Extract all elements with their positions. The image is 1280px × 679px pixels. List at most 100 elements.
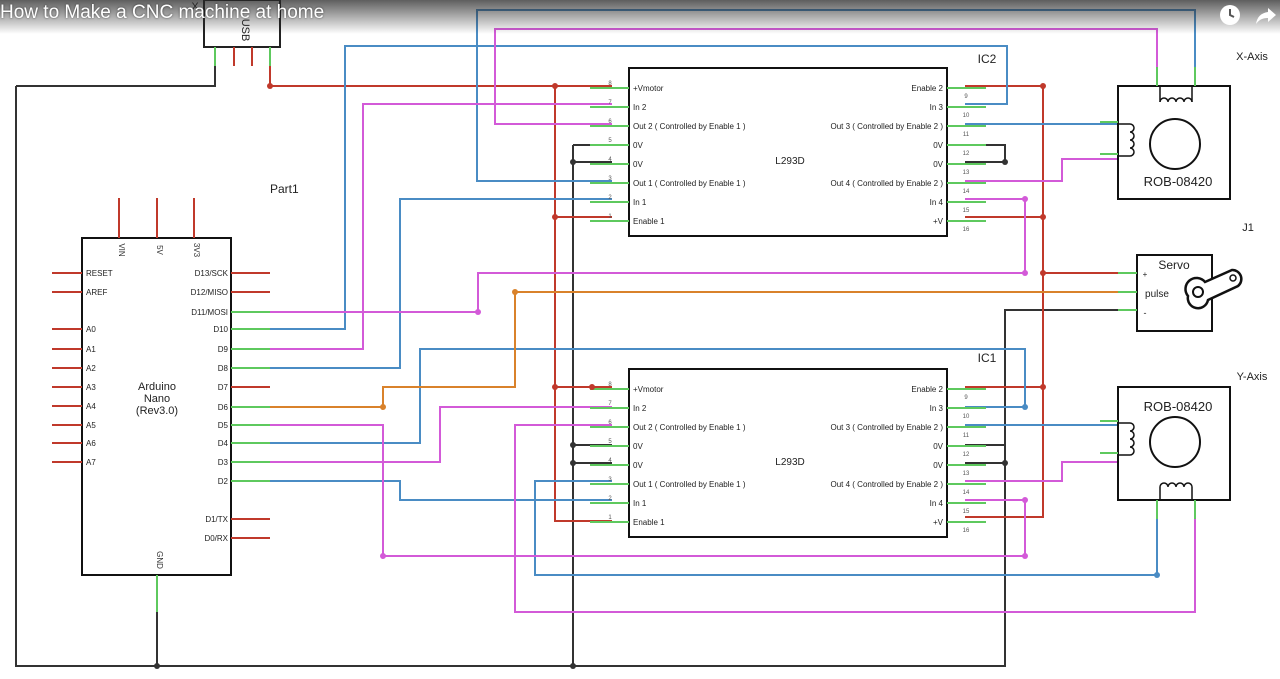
arduino-right-pin-label: D11/MOSI bbox=[191, 308, 228, 317]
servo-horn-hole bbox=[1229, 274, 1237, 282]
x-motor-axis-label: X-Axis bbox=[1236, 51, 1268, 63]
junction-dot bbox=[1022, 404, 1028, 410]
arduino-right-pin-label: D4 bbox=[218, 439, 229, 448]
wire-power-vertical bbox=[554, 86, 612, 522]
ic1-right-pin-number: 9 bbox=[964, 395, 968, 401]
ic2-right-pin-number: 10 bbox=[963, 113, 970, 119]
ic1-right-pin-label: Out 4 ( Controlled by Enable 2 ) bbox=[830, 480, 943, 489]
arduino-left-pin-label: AREF bbox=[86, 288, 107, 297]
arduino-name-1: Nano bbox=[144, 393, 170, 405]
ic1-right-pin-number: 12 bbox=[963, 452, 970, 458]
ic2-left-pin-label: In 1 bbox=[633, 198, 647, 207]
ic2-right-pin-number: 12 bbox=[963, 151, 970, 157]
ic2-left-pin-label: +Vmotor bbox=[633, 84, 664, 93]
ic2-right-pin-number: 14 bbox=[963, 189, 970, 195]
arduino-left-pin-label: A7 bbox=[86, 458, 96, 467]
ic2-left-pin-label: 0V bbox=[633, 141, 643, 150]
ic2-left-pin-number: 5 bbox=[608, 138, 612, 144]
junction-dot bbox=[1040, 384, 1046, 390]
arduino-right-pin-label: D1/TX bbox=[205, 515, 228, 524]
arduino-left-pin-label: A0 bbox=[86, 325, 96, 334]
arduino-top-pin-label: VIN bbox=[117, 243, 126, 257]
ic1-right-pin-label: In 4 bbox=[930, 499, 944, 508]
arduino-right-pin-label: D6 bbox=[218, 403, 229, 412]
arduino-left-pin-label: A4 bbox=[86, 402, 96, 411]
arduino-gnd-label: GND bbox=[155, 551, 164, 569]
ic2-left-pin-label: In 2 bbox=[633, 103, 647, 112]
junction-dot bbox=[1022, 497, 1028, 503]
ic2-right-pin-label: 0V bbox=[933, 160, 943, 169]
servo-title: Servo bbox=[1158, 258, 1190, 272]
wire-ic2-0v-right bbox=[965, 144, 1006, 163]
x-motor-part-label: ROB-08420 bbox=[1144, 174, 1213, 189]
ic2-left-pin-label: Out 2 ( Controlled by Enable 1 ) bbox=[633, 122, 746, 131]
ic2-body bbox=[628, 67, 948, 237]
servo-ref-label: J1 bbox=[1242, 222, 1254, 234]
ic2-right-pin-label: 0V bbox=[933, 141, 943, 150]
video-title[interactable]: How to Make a CNC machine at home bbox=[0, 2, 324, 24]
ic2-left-pin-label: 0V bbox=[633, 160, 643, 169]
arduino-right-pin-label: D10 bbox=[213, 325, 228, 334]
y-motor-part-label: ROB-08420 bbox=[1144, 399, 1213, 414]
ic1-right-pin-number: 16 bbox=[963, 528, 970, 534]
ic1-left-pin-label: +Vmotor bbox=[633, 385, 664, 394]
arduino-right-pin-label: D12/MISO bbox=[191, 288, 228, 297]
share-icon[interactable] bbox=[1254, 3, 1278, 27]
ic2-right-pin-label: In 4 bbox=[930, 198, 944, 207]
junction-dot bbox=[1002, 159, 1008, 165]
junction-dot bbox=[570, 159, 576, 165]
junction-dot bbox=[154, 663, 160, 669]
arduino-left-pin-label: A2 bbox=[86, 364, 96, 373]
ic1-left-pin-label: Enable 1 bbox=[633, 518, 665, 527]
ic1-right-pin-number: 11 bbox=[963, 433, 970, 439]
clock-icon[interactable] bbox=[1218, 3, 1242, 27]
junction-dot bbox=[1002, 460, 1008, 466]
arduino-top-pin-label: 5V bbox=[155, 245, 164, 255]
servo-pulse-label: pulse bbox=[1145, 289, 1169, 300]
ic1-right-pin-label: Out 3 ( Controlled by Enable 2 ) bbox=[830, 423, 943, 432]
ic2-right-pin-number: 9 bbox=[964, 94, 968, 100]
servo-minus-label: - bbox=[1144, 308, 1147, 318]
schematic: USBXPart1ArduinoNano(Rev3.0)VIN5V3V3RESE… bbox=[15, 0, 1268, 669]
junction-dot bbox=[267, 83, 273, 89]
ic1-right-pin-number: 15 bbox=[963, 509, 970, 515]
ic2-label: IC2 bbox=[978, 52, 997, 66]
ic2-left-pin-label: Out 1 ( Controlled by Enable 1 ) bbox=[633, 179, 746, 188]
junction-dot bbox=[512, 289, 518, 295]
arduino-left-pin-label: A3 bbox=[86, 383, 96, 392]
ic1-right-pin-number: 14 bbox=[963, 490, 970, 496]
ic1-body bbox=[628, 368, 948, 538]
ic1-left-pin-label: 0V bbox=[633, 461, 643, 470]
ic1-right-pin-label: 0V bbox=[933, 461, 943, 470]
arduino-right-pin-label: D9 bbox=[218, 345, 229, 354]
junction-dot bbox=[1040, 214, 1046, 220]
junction-dot bbox=[1040, 83, 1046, 89]
ic2-right-pin-number: 11 bbox=[963, 132, 970, 138]
ic1-left-pin-label: 0V bbox=[633, 442, 643, 451]
y-motor-rotor bbox=[1149, 416, 1201, 468]
arduino-right-pin-label: D7 bbox=[218, 383, 229, 392]
arduino-left-pin-label: A5 bbox=[86, 421, 96, 430]
arduino-right-pin-label: D0/RX bbox=[204, 534, 228, 543]
y-motor-axis-label: Y-Axis bbox=[1237, 371, 1268, 383]
ic2-chip-name: L293D bbox=[775, 156, 804, 167]
junction-dot bbox=[1022, 270, 1028, 276]
arduino-right-pin-label: D3 bbox=[218, 458, 229, 467]
junction-dot bbox=[1022, 553, 1028, 559]
junction-dot bbox=[1154, 572, 1160, 578]
junction-dot bbox=[475, 309, 481, 315]
ic1-right-pin-label: Enable 2 bbox=[911, 385, 943, 394]
arduino-right-pin-label: D8 bbox=[218, 364, 229, 373]
servo-plus-label: + bbox=[1143, 270, 1148, 279]
ic2-right-pin-number: 13 bbox=[963, 170, 970, 176]
junction-dot bbox=[570, 460, 576, 466]
servo-horn-hub bbox=[1192, 286, 1204, 298]
ic1-left-pin-label: Out 1 ( Controlled by Enable 1 ) bbox=[633, 480, 746, 489]
ic2-right-pin-label: Enable 2 bbox=[911, 84, 943, 93]
arduino-left-pin-label: RESET bbox=[86, 269, 113, 278]
parts: USBXPart1ArduinoNano(Rev3.0)VIN5V3V3RESE… bbox=[52, 0, 1268, 612]
arduino-part-label: Part1 bbox=[270, 182, 299, 196]
x-motor-rotor bbox=[1149, 118, 1201, 170]
wire-usb-gnd bbox=[16, 60, 216, 87]
wire-ic1-0v-right bbox=[965, 444, 1006, 464]
